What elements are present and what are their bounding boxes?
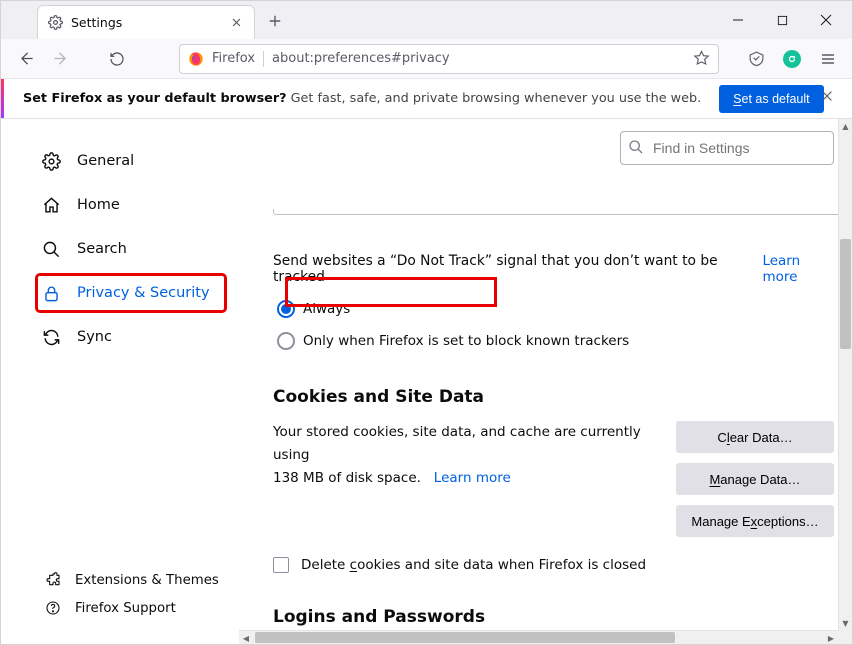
find-in-settings-input[interactable] bbox=[620, 131, 834, 165]
sidebar-item-label: General bbox=[77, 153, 134, 169]
search-icon bbox=[628, 139, 644, 155]
dnt-description: Send websites a “Do Not Track” signal th… bbox=[273, 253, 738, 285]
section-title: Logins and Passwords bbox=[273, 607, 834, 627]
cookies-description: Your stored cookies, site data, and cach… bbox=[273, 421, 676, 537]
puzzle-icon bbox=[45, 572, 61, 588]
set-as-default-button[interactable]: Set as default bbox=[719, 85, 823, 113]
dnt-option-always[interactable]: Always bbox=[273, 293, 834, 325]
link-label: Extensions & Themes bbox=[75, 573, 219, 588]
banner-message: Get fast, safe, and private browsing whe… bbox=[291, 91, 702, 106]
scroll-down-button[interactable]: ▼ bbox=[839, 616, 852, 630]
window-maximize-button[interactable] bbox=[760, 5, 804, 35]
separator bbox=[263, 51, 264, 67]
lock-icon bbox=[41, 284, 61, 303]
browser-tab-settings[interactable]: Settings bbox=[37, 5, 255, 39]
radio-icon bbox=[277, 332, 295, 350]
back-button[interactable] bbox=[11, 45, 39, 73]
scroll-corner bbox=[838, 630, 852, 644]
tab-strip: Settings bbox=[1, 1, 852, 39]
firefox-logo-icon bbox=[188, 51, 204, 67]
sidebar-extensions-link[interactable]: Extensions & Themes bbox=[45, 572, 225, 588]
cookies-section: Cookies and Site Data Your stored cookie… bbox=[273, 387, 834, 573]
sidebar-item-label: Search bbox=[77, 241, 127, 257]
sidebar-item-privacy[interactable]: Privacy & Security bbox=[37, 275, 225, 311]
extension-grammarly-button[interactable] bbox=[778, 45, 806, 73]
banner-close-button[interactable] bbox=[820, 89, 834, 103]
preferences-content: General Home Search Privacy & Security S… bbox=[1, 119, 852, 644]
tab-title: Settings bbox=[71, 15, 122, 30]
scroll-thumb[interactable] bbox=[840, 239, 851, 349]
bookmark-star-icon[interactable] bbox=[693, 50, 710, 67]
sidebar-support-link[interactable]: Firefox Support bbox=[45, 600, 225, 616]
grammarly-icon bbox=[783, 50, 801, 68]
scroll-left-button[interactable]: ◀ bbox=[239, 631, 253, 645]
gear-icon bbox=[48, 15, 63, 30]
url-text: about:preferences#privacy bbox=[272, 51, 450, 66]
horizontal-scrollbar[interactable]: ◀ ▶ bbox=[239, 630, 838, 644]
default-browser-banner: Set Firefox as your default browser? Get… bbox=[1, 79, 852, 119]
find-in-settings-wrap bbox=[620, 131, 834, 165]
scroll-thumb[interactable] bbox=[255, 632, 675, 643]
option-label: Only when Firefox is set to block known … bbox=[303, 333, 629, 349]
scroll-up-button[interactable]: ▲ bbox=[839, 119, 852, 133]
banner-heading: Set Firefox as your default browser? bbox=[23, 91, 287, 106]
app-menu-button[interactable] bbox=[814, 45, 842, 73]
manage-exceptions-button[interactable]: Manage Exceptions… bbox=[676, 505, 834, 537]
sync-icon bbox=[41, 328, 61, 347]
url-bar[interactable]: Firefox about:preferences#privacy bbox=[179, 44, 719, 74]
manage-data-button[interactable]: Manage Data… bbox=[676, 463, 834, 495]
sidebar-item-search[interactable]: Search bbox=[37, 231, 225, 267]
checkbox-label: Delete cookies and site data when Firefo… bbox=[301, 557, 646, 573]
search-icon bbox=[41, 240, 61, 259]
window-minimize-button[interactable] bbox=[716, 5, 760, 35]
forward-button[interactable] bbox=[47, 45, 75, 73]
previous-section-bottom-edge bbox=[273, 209, 841, 215]
reload-button[interactable] bbox=[103, 45, 131, 73]
identity-label: Firefox bbox=[212, 51, 255, 66]
category-sidebar: General Home Search Privacy & Security S… bbox=[1, 119, 239, 644]
home-icon bbox=[41, 196, 61, 215]
dnt-learn-more-link[interactable]: Learn more bbox=[762, 253, 834, 285]
cookies-learn-more-link[interactable]: Learn more bbox=[434, 470, 511, 486]
sidebar-item-label: Sync bbox=[77, 329, 112, 345]
radio-icon bbox=[277, 300, 295, 318]
delete-on-close-checkbox-row[interactable]: Delete cookies and site data when Firefo… bbox=[273, 557, 834, 573]
browser-toolbar: Firefox about:preferences#privacy bbox=[1, 39, 852, 79]
window-controls bbox=[716, 1, 848, 39]
pocket-button[interactable] bbox=[742, 45, 770, 73]
close-tab-icon[interactable] bbox=[228, 15, 244, 31]
sidebar-item-label: Home bbox=[77, 197, 120, 213]
do-not-track-section: Send websites a “Do Not Track” signal th… bbox=[273, 253, 834, 357]
sidebar-item-general[interactable]: General bbox=[37, 143, 225, 179]
clear-data-button[interactable]: Clear Data… bbox=[676, 421, 834, 453]
vertical-scrollbar[interactable]: ▲ ▼ bbox=[838, 119, 852, 630]
scroll-right-button[interactable]: ▶ bbox=[824, 631, 838, 645]
settings-main-pane: Send websites a “Do Not Track” signal th… bbox=[239, 119, 852, 644]
option-label: Always bbox=[303, 301, 350, 317]
gear-icon bbox=[41, 152, 61, 171]
sidebar-item-sync[interactable]: Sync bbox=[37, 319, 225, 355]
link-label: Firefox Support bbox=[75, 601, 176, 616]
sidebar-item-label: Privacy & Security bbox=[77, 285, 210, 301]
sidebar-item-home[interactable]: Home bbox=[37, 187, 225, 223]
new-tab-button[interactable] bbox=[265, 11, 285, 31]
help-icon bbox=[45, 600, 61, 616]
section-title: Cookies and Site Data bbox=[273, 387, 834, 407]
checkbox-icon bbox=[273, 557, 289, 573]
dnt-option-only-blocking[interactable]: Only when Firefox is set to block known … bbox=[273, 325, 834, 357]
window-close-button[interactable] bbox=[804, 5, 848, 35]
